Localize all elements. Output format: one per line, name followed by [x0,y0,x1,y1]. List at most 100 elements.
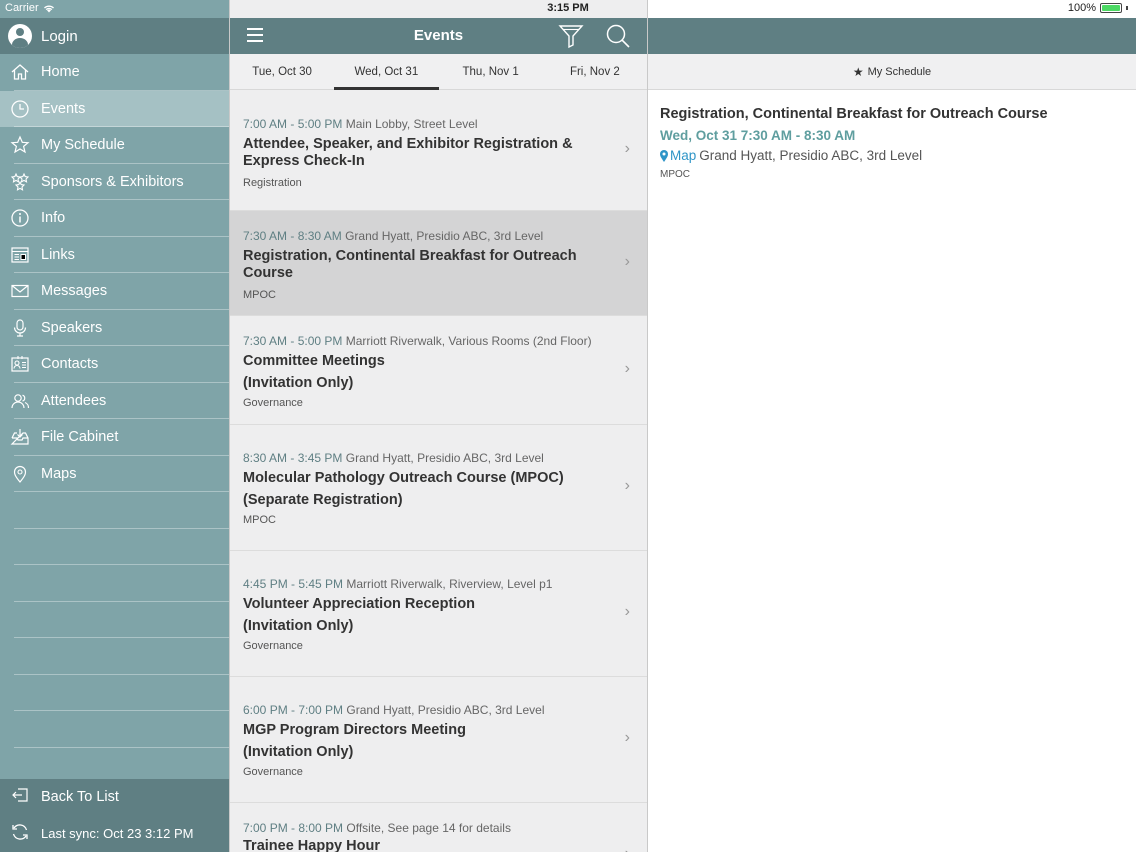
star-icon [10,135,30,155]
chevron-right-icon: › [624,477,630,494]
map-pin-icon [10,464,30,484]
clock-icon [10,99,30,119]
my-schedule-button[interactable]: ★ My Schedule [648,54,1136,90]
sidebar-item-attendees[interactable]: Attendees [0,383,229,420]
sidebar-item-label: My Schedule [41,137,125,154]
sidebar-nav: Home Events My Schedule Sponsors & Exhib… [0,54,229,492]
sidebar-item-label: Home [41,64,80,81]
sidebar-item-links[interactable]: Links [0,237,229,274]
tab-day-3[interactable]: Thu, Nov 1 [439,54,543,89]
event-detail: Registration, Continental Breakfast for … [660,106,1120,180]
contact-card-icon [10,354,30,374]
list-item[interactable]: 7:00 AM - 5:00 PM Main Lobby, Street Lev… [230,90,647,211]
back-to-list-button[interactable]: Back To List [0,779,229,816]
event-when: 7:00 PM - 8:00 PM Offsite, See page 14 f… [243,803,602,835]
sidebar-item-messages[interactable]: Messages [0,273,229,310]
event-when: 7:30 AM - 8:30 AM Grand Hyatt, Presidio … [243,211,602,243]
sidebar-item-contacts[interactable]: Contacts [0,346,229,383]
status-bar: Carrier 3:15 PM 100% [0,0,1136,18]
tab-day-1[interactable]: Tue, Oct 30 [230,54,334,89]
event-category: Governance [243,766,303,778]
battery-percent: 100% [1067,2,1096,14]
people-icon [10,391,30,411]
event-title: MGP Program Directors Meeting (Invitation… [243,719,602,763]
event-title-line1: Committee Meetings [243,353,385,369]
event-location: Marriott Riverwalk, Riverview, Level p1 [346,577,553,591]
event-time: 6:00 PM - 7:00 PM [243,703,344,717]
detail-title: Registration, Continental Breakfast for … [660,106,1048,122]
event-when: 6:00 PM - 7:00 PM Grand Hyatt, Presidio … [243,677,602,717]
detail-when: Wed, Oct 31 7:30 AM - 8:30 AM [660,128,856,143]
event-location: Main Lobby, Street Level [345,117,478,131]
star-filled-icon: ★ [852,64,864,79]
event-title-line2: (Invitation Only) [243,375,354,391]
day-tabs: Tue, Oct 30 Wed, Oct 31 Thu, Nov 1 Fri, … [230,54,647,90]
event-category: MPOC [243,288,276,301]
list-item[interactable]: 6:00 PM - 7:00 PM Grand Hyatt, Presidio … [230,677,647,803]
chevron-right-icon: › [624,140,630,157]
event-when: 7:00 AM - 5:00 PM Main Lobby, Street Lev… [243,90,602,131]
sidebar-item-maps[interactable]: Maps [0,456,229,493]
login-button[interactable]: Login [0,18,229,54]
event-when: 8:30 AM - 3:45 PM Grand Hyatt, Presidio … [243,425,602,465]
sync-button[interactable]: Last sync: Oct 23 3:12 PM [0,816,229,852]
map-marker-icon [660,149,668,162]
login-label: Login [41,27,78,45]
sidebar-item-label: Events [41,100,86,117]
event-title-line1: Molecular Pathology Outreach Course (MPO… [243,470,564,486]
event-location: Grand Hyatt, Presidio ABC, 3rd Level [346,703,545,717]
chevron-right-icon: › [624,729,630,746]
chevron-right-icon: › [624,253,630,270]
envelope-icon [10,281,30,301]
sidebar-item-events[interactable]: Events [0,90,229,127]
list-item[interactable]: 4:45 PM - 5:45 PM Marriott Riverwalk, Ri… [230,551,647,677]
event-time: 7:00 PM - 8:00 PM [243,821,344,835]
event-category: MPOC [243,514,276,526]
event-title-line2: (Invitation Only) [243,744,354,760]
event-location: Grand Hyatt, Presidio ABC, 3rd Level [345,229,544,243]
chevron-right-icon: › [624,360,630,377]
event-location: Grand Hyatt, Presidio ABC, 3rd Level [345,451,544,465]
detail-location: Grand Hyatt, Presidio ABC, 3rd Level [699,148,923,163]
info-icon [10,208,30,228]
sponsor-stars-icon [10,172,30,192]
back-to-list-label: Back To List [41,789,119,806]
event-list: 7:00 AM - 5:00 PM Main Lobby, Street Lev… [230,90,647,852]
list-item[interactable]: 7:30 AM - 5:00 PM Marriott Riverwalk, Va… [230,316,647,425]
last-sync-label: Last sync: Oct 23 3:12 PM [41,826,194,842]
sidebar-empty-rows [0,492,229,748]
sidebar-item-file-cabinet[interactable]: File Cabinet [0,419,229,456]
list-item[interactable]: 7:00 PM - 8:00 PM Offsite, See page 14 f… [230,803,647,852]
sidebar-item-label: Maps [41,465,77,482]
browser-window-icon [10,245,30,265]
event-when: 4:45 PM - 5:45 PM Marriott Riverwalk, Ri… [243,551,602,591]
sidebar-item-label: Messages [41,283,108,300]
event-category: Registration [243,176,302,189]
list-item[interactable]: 8:30 AM - 3:45 PM Grand Hyatt, Presidio … [230,425,647,551]
map-link[interactable]: Map [660,148,696,163]
event-title-line2: (Separate Registration) [243,492,403,508]
tab-day-2[interactable]: Wed, Oct 31 [334,54,439,90]
event-time: 7:30 AM - 8:30 AM [243,229,342,243]
event-title: Trainee Happy Hour [243,838,380,852]
sidebar-item-info[interactable]: Info [0,200,229,237]
event-title: Registration, Continental Breakfast for … [243,248,577,282]
tab-day-4[interactable]: Fri, Nov 2 [543,54,647,89]
my-schedule-label: My Schedule [867,65,932,78]
filter-icon[interactable] [558,23,584,49]
sidebar-item-home[interactable]: Home [0,54,229,91]
sidebar: Login Home Events My Schedule Sponsors &… [0,0,229,852]
event-category: Governance [243,640,303,652]
event-location: Marriott Riverwalk, Various Rooms (2nd F… [345,334,592,348]
map-link-label: Map [670,148,697,163]
event-time: 7:00 AM - 5:00 PM [243,117,343,131]
search-icon[interactable] [605,23,631,49]
sidebar-item-speakers[interactable]: Speakers [0,310,229,347]
list-item[interactable]: 7:30 AM - 8:30 AM Grand Hyatt, Presidio … [230,211,647,316]
avatar-icon [8,24,32,48]
microphone-icon [10,318,30,338]
event-detail-pane: ★ My Schedule Registration, Continental … [648,0,1136,852]
sidebar-item-my-schedule[interactable]: My Schedule [0,127,229,164]
clock: 3:15 PM [547,2,589,14]
sidebar-item-sponsors[interactable]: Sponsors & Exhibitors [0,164,229,201]
